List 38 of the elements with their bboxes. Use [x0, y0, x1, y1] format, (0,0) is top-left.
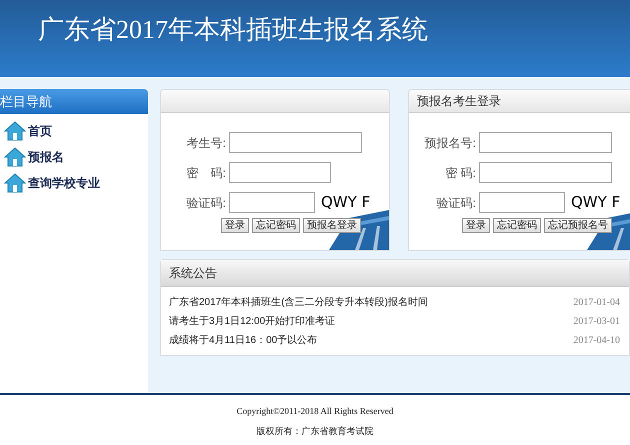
nav-link[interactable]: 查询学校专业	[4, 173, 148, 193]
house-icon	[4, 121, 26, 141]
card-title: 预报名考生登录	[417, 93, 501, 110]
captcha-field[interactable]	[229, 192, 315, 213]
footer-text: Copyright©2011-2018 All Rights Reserved	[236, 405, 394, 418]
form-button[interactable]: 预报名登录	[303, 218, 361, 233]
house-icon	[4, 173, 26, 193]
form-button[interactable]: 忘记预报名号	[544, 218, 612, 233]
house-icon	[4, 147, 26, 167]
captcha-field[interactable]	[479, 192, 565, 213]
notice-date: 2017-04-10	[573, 334, 620, 348]
form-button[interactable]: 登录	[221, 218, 249, 233]
field-label: 验证码:	[186, 194, 227, 212]
notice-link[interactable]: 请考生于3月1日12:00开始打印准考证	[169, 314, 336, 328]
captcha-image: QWY F	[571, 195, 620, 210]
notice-date: 2017-03-01	[573, 314, 620, 328]
field-label: 预报名号:	[424, 134, 477, 152]
form-button[interactable]: 登录	[462, 218, 490, 233]
field-label: 考生号:	[186, 134, 227, 152]
site-title: 广东省2017年本科插班生报名系统	[38, 15, 428, 44]
form-button[interactable]: 忘记密码	[252, 218, 300, 233]
sidebar-title: 栏目导航	[0, 92, 52, 111]
notice-link[interactable]: 成绩将于4月11日16：00予以公布	[169, 332, 318, 348]
notice-date: 2017-01-04	[573, 296, 620, 310]
notice-link[interactable]: 广东省2017年本科插班生(含三二分段专升本转段)报名时间	[169, 294, 428, 310]
nav-link[interactable]: 预报名	[4, 147, 148, 167]
nav-link[interactable]: 首页	[4, 121, 148, 141]
password-field[interactable]	[479, 162, 612, 183]
field-label: 密 码:	[444, 164, 477, 182]
footer-text: 版权所有：广东省教育考试院	[256, 424, 374, 438]
input-field[interactable]	[229, 132, 362, 153]
card-title: 系统公告	[169, 265, 217, 282]
captcha-image: QWY F	[321, 195, 370, 210]
field-label: 验证码:	[436, 194, 477, 212]
field-label: 密 码:	[186, 164, 227, 182]
form-button[interactable]: 忘记密码	[493, 218, 541, 233]
password-field[interactable]	[229, 162, 331, 183]
input-field[interactable]	[479, 132, 612, 153]
